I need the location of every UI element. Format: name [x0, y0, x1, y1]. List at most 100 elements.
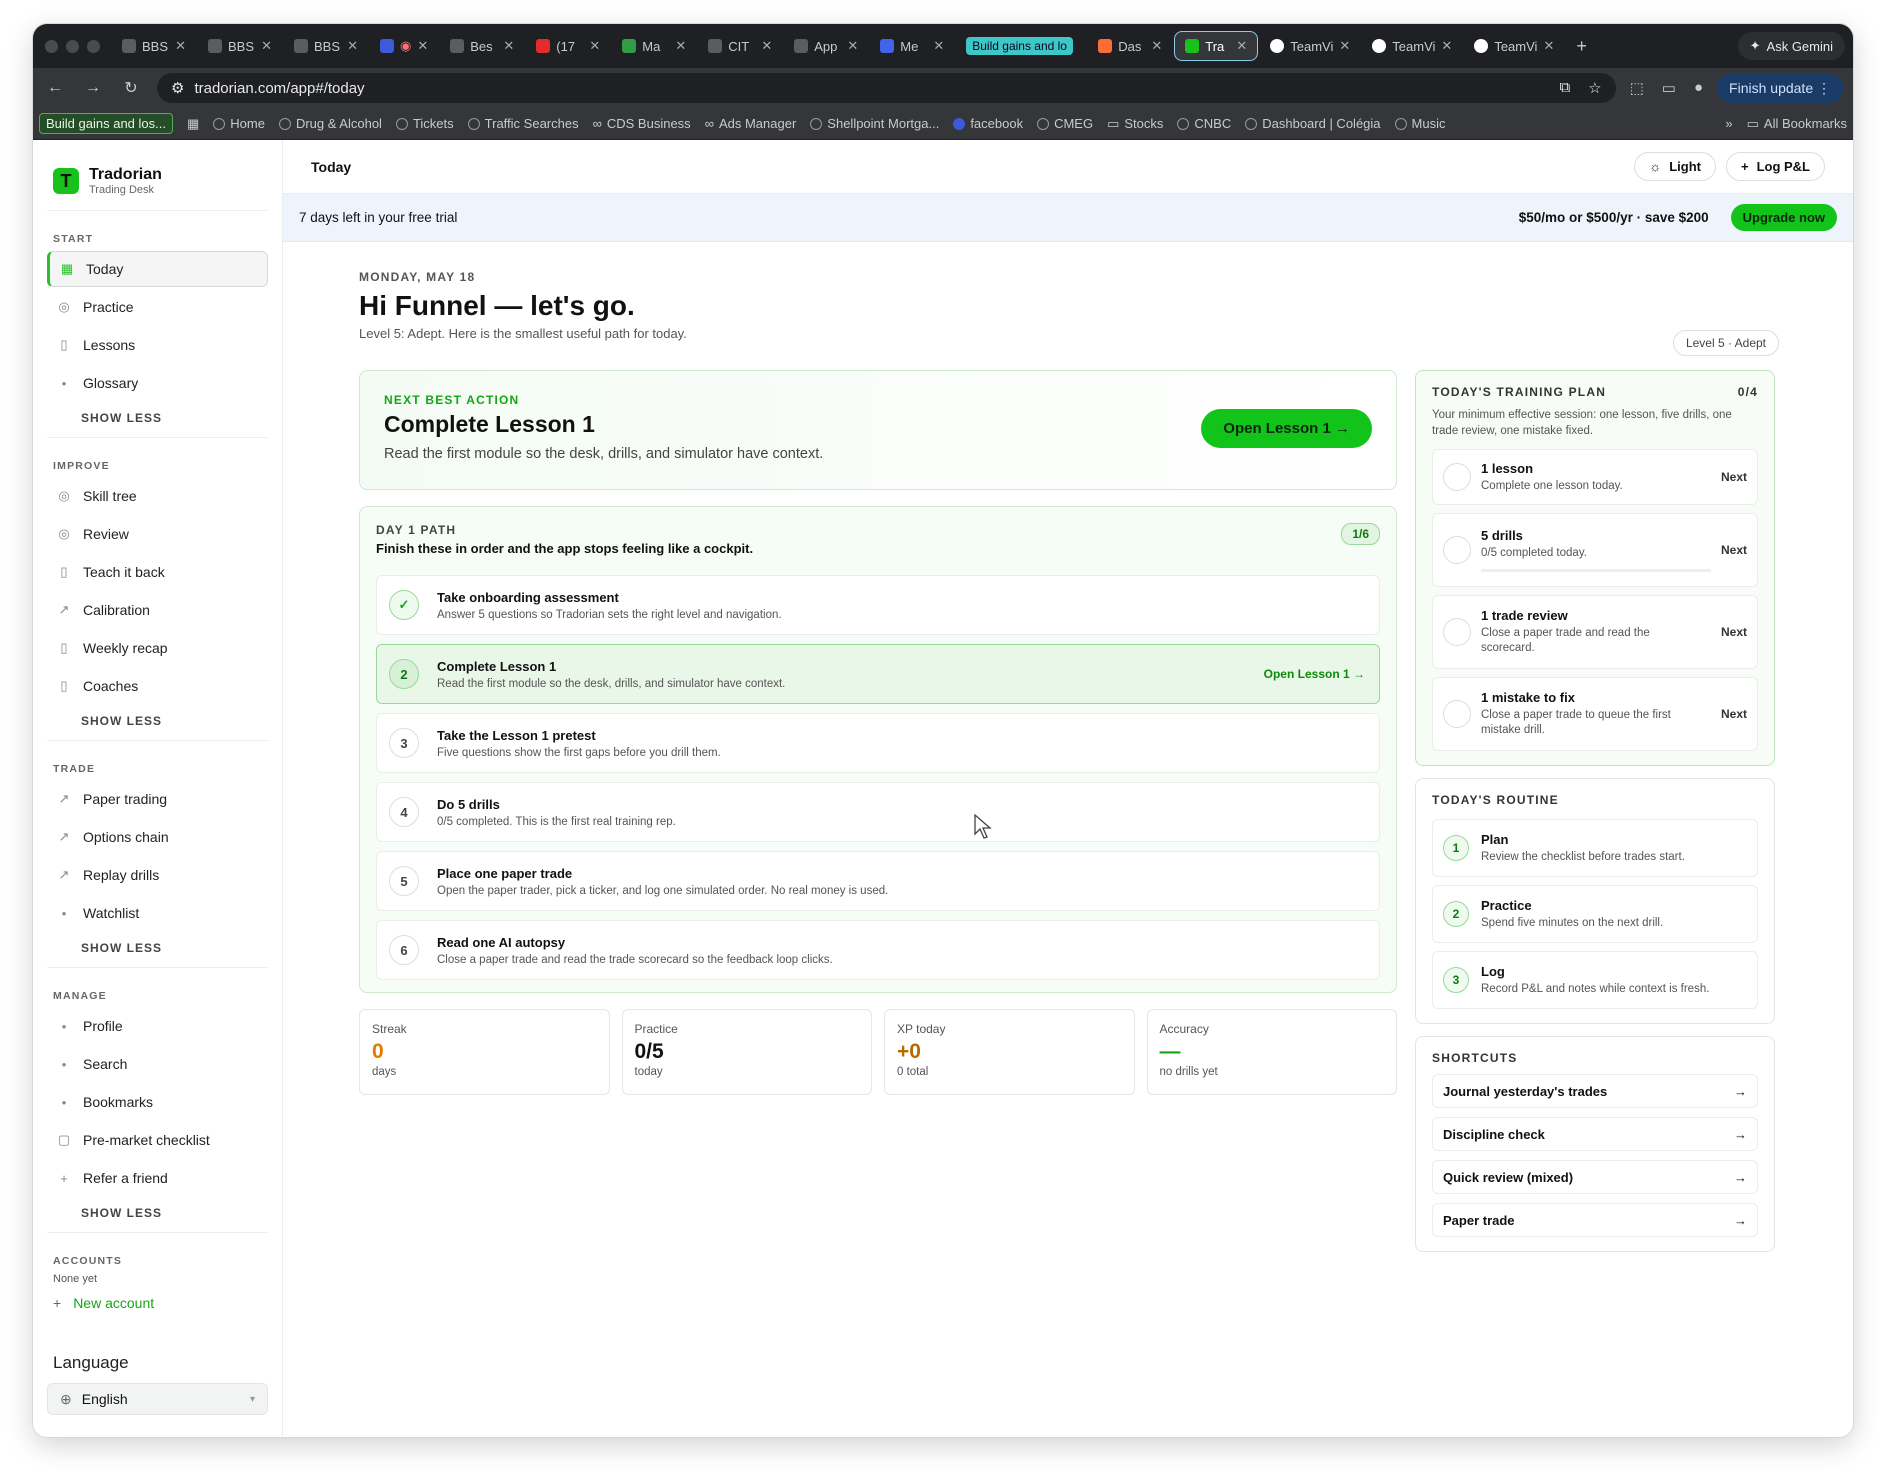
bookmark-item[interactable]: Drug & Alcohol — [278, 116, 382, 131]
maximize-window-button[interactable] — [87, 39, 100, 53]
bookmark-item[interactable]: Dashboard | Colégia — [1245, 116, 1381, 131]
path-step[interactable]: 5 Place one paper trade Open the paper tr… — [376, 851, 1380, 911]
theme-toggle-button[interactable]: ☼ Light — [1634, 152, 1716, 181]
close-tab-icon[interactable]: ✕ — [261, 38, 272, 54]
browser-tab-active[interactable]: Tra ✕ — [1174, 31, 1259, 61]
show-less-start[interactable]: SHOW LESS — [47, 403, 268, 438]
log-pnl-button[interactable]: + Log P&L — [1725, 152, 1825, 181]
install-app-icon[interactable]: ⧉ — [1559, 79, 1570, 97]
language-select[interactable]: ⊕ English ▾ — [47, 1383, 268, 1415]
path-step-current[interactable]: 2 Complete Lesson 1 Read the first module… — [376, 644, 1380, 704]
browser-tab[interactable]: ◉ ✕ — [370, 31, 438, 61]
show-less-manage[interactable]: SHOW LESS — [47, 1198, 268, 1233]
plan-item[interactable]: 1 mistake to fix Close a paper trade to q… — [1432, 677, 1758, 752]
bookmark-item[interactable]: Music — [1394, 116, 1445, 131]
extensions-icon[interactable]: ⬚ — [1630, 79, 1644, 97]
forward-icon[interactable]: → — [81, 79, 105, 97]
bookmark-item[interactable]: ∞ Ads Manager — [705, 116, 797, 131]
browser-tab[interactable]: CIT ✕ — [698, 31, 782, 61]
sidebar-item-lessons[interactable]: ▯ Lessons — [47, 327, 268, 363]
plan-item[interactable]: 1 lesson Complete one lesson today. Next — [1432, 449, 1758, 506]
sidebar-item-options-chain[interactable]: ↗ Options chain — [47, 819, 268, 855]
browser-tab[interactable]: BBS ✕ — [112, 31, 196, 61]
bookmark-item[interactable]: Home — [213, 116, 265, 131]
close-tab-icon[interactable]: ✕ — [1543, 38, 1554, 54]
bookmark-item[interactable]: ∞ CDS Business — [593, 116, 691, 131]
plan-item[interactable]: 5 drills 0/5 completed today. Next — [1432, 513, 1758, 588]
url-bar[interactable]: ⚙ tradorian.com/app#/today ⧉ ☆ — [157, 73, 1616, 103]
sidebar-item-replay-drills[interactable]: ↗ Replay drills — [47, 857, 268, 893]
sidebar-item-bookmarks[interactable]: • Bookmarks — [47, 1084, 268, 1120]
browser-tab[interactable]: Me ✕ — [870, 31, 954, 61]
browser-tab[interactable]: Bes ✕ — [440, 31, 524, 61]
sidebar-item-watchlist[interactable]: • Watchlist — [47, 895, 268, 931]
apps-grid-icon[interactable]: ▦ — [187, 116, 199, 132]
sidebar-item-skill-tree[interactable]: ◎ Skill tree — [47, 478, 268, 514]
sidebar-item-practice[interactable]: ◎ Practice — [47, 289, 268, 325]
close-window-button[interactable] — [45, 39, 58, 53]
plan-next-link[interactable]: Next — [1721, 707, 1747, 721]
finish-update-button[interactable]: Finish update ⋮ — [1717, 73, 1843, 103]
routine-item[interactable]: 3 Log Record P&L and notes while context i… — [1432, 951, 1758, 1010]
close-tab-icon[interactable]: ✕ — [589, 38, 600, 54]
browser-tab[interactable]: (17 ✕ — [526, 31, 610, 61]
open-lesson-button[interactable]: Open Lesson 1 → — [1201, 409, 1372, 448]
show-less-improve[interactable]: SHOW LESS — [47, 706, 268, 741]
sidebar-item-review[interactable]: ◎ Review — [47, 516, 268, 552]
close-tab-icon[interactable]: ✕ — [847, 38, 858, 54]
new-tab-button[interactable]: + — [1566, 36, 1597, 57]
sidebar-item-weekly-recap[interactable]: ▯ Weekly recap — [47, 630, 268, 666]
close-tab-icon[interactable]: ✕ — [1236, 38, 1247, 54]
browser-tab[interactable]: BBS ✕ — [198, 31, 282, 61]
browser-tab[interactable]: BBS ✕ — [284, 31, 368, 61]
sidebar-item-calibration[interactable]: ↗ Calibration — [47, 592, 268, 628]
routine-item[interactable]: 2 Practice Spend five minutes on the next … — [1432, 885, 1758, 944]
shortcut-paper-trade[interactable]: Paper trade → — [1432, 1203, 1758, 1238]
shortcut-discipline[interactable]: Discipline check → — [1432, 1117, 1758, 1152]
bookmark-group[interactable]: Build gains and los... — [39, 113, 173, 134]
back-icon[interactable]: ← — [43, 79, 67, 97]
plan-next-link[interactable]: Next — [1721, 543, 1747, 557]
brand[interactable]: T Tradorian Trading Desk — [47, 158, 268, 211]
routine-item[interactable]: 1 Plan Review the checklist before trades … — [1432, 819, 1758, 878]
sidebar-item-refer-a-friend[interactable]: + Refer a friend — [47, 1160, 268, 1196]
close-tab-icon[interactable]: ✕ — [1151, 38, 1162, 54]
site-settings-icon[interactable]: ⚙ — [171, 79, 184, 97]
open-lesson-link[interactable]: Open Lesson 1 → — [1264, 667, 1365, 681]
close-tab-icon[interactable]: ✕ — [417, 38, 428, 54]
sidebar-item-pre-market-checklist[interactable]: ▢ Pre-market checklist — [47, 1122, 268, 1158]
bookmark-item[interactable]: CNBC — [1177, 116, 1231, 131]
close-tab-icon[interactable]: ✕ — [503, 38, 514, 54]
sidebar-item-today[interactable]: ▦ Today — [47, 251, 268, 287]
reload-icon[interactable]: ↻ — [119, 78, 143, 98]
ask-gemini-button[interactable]: ✦ Ask Gemini — [1737, 32, 1845, 60]
browser-tab[interactable]: TeamVi ✕ — [1362, 31, 1462, 61]
bookmark-item[interactable]: ▭ Stocks — [1107, 116, 1163, 132]
bookmark-star-icon[interactable]: ☆ — [1588, 79, 1601, 97]
sidebar-item-coaches[interactable]: ▯ Coaches — [47, 668, 268, 704]
browser-tab[interactable]: TeamVi ✕ — [1464, 31, 1564, 61]
browser-tab[interactable]: TeamVi ✕ — [1260, 31, 1360, 61]
plan-item[interactable]: 1 trade review Close a paper trade and re… — [1432, 595, 1758, 670]
sidebar-item-search[interactable]: • Search — [47, 1046, 268, 1082]
close-tab-icon[interactable]: ✕ — [347, 38, 358, 54]
bookmark-item[interactable]: Tickets — [395, 116, 454, 131]
close-tab-icon[interactable]: ✕ — [675, 38, 686, 54]
close-tab-icon[interactable]: ✕ — [761, 38, 772, 54]
path-step[interactable]: 6 Read one AI autopsy Close a paper trade… — [376, 920, 1380, 980]
browser-tab[interactable]: Ma ✕ — [612, 31, 696, 61]
browser-tab-group[interactable]: Build gains and lo — [956, 31, 1086, 61]
sidebar-item-glossary[interactable]: • Glossary — [47, 365, 268, 401]
shortcut-journal[interactable]: Journal yesterday's trades → — [1432, 1074, 1758, 1109]
bookmark-item[interactable]: facebook — [953, 116, 1023, 131]
path-step[interactable]: 4 Do 5 drills 0/5 completed. This is the … — [376, 782, 1380, 842]
sidebar-item-teach-it-back[interactable]: ▯ Teach it back — [47, 554, 268, 590]
close-tab-icon[interactable]: ✕ — [1441, 38, 1452, 54]
more-bookmarks-icon[interactable]: » — [1725, 116, 1732, 131]
sidebar-item-profile[interactable]: • Profile — [47, 1008, 268, 1044]
path-step[interactable]: ✓ Take onboarding assessment Answer 5 que… — [376, 575, 1380, 635]
path-step[interactable]: 3 Take the Lesson 1 pretest Five question… — [376, 713, 1380, 773]
profile-avatar[interactable]: ● — [1694, 79, 1703, 97]
upgrade-now-button[interactable]: Upgrade now — [1730, 204, 1837, 231]
shortcut-quick-review[interactable]: Quick review (mixed) → — [1432, 1160, 1758, 1195]
